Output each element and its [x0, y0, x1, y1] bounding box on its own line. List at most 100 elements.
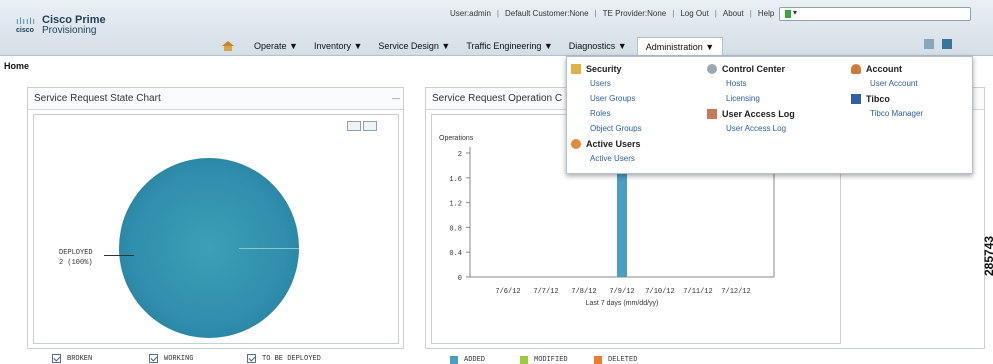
logo-wordmark: cisco [16, 26, 34, 34]
menu-item-licensing[interactable]: Licensing [726, 94, 760, 103]
legend-label: WORKING [164, 354, 194, 363]
x-tick-label: 7/8/12 [571, 288, 596, 296]
table-icon[interactable] [363, 121, 377, 131]
nav-traffic-engineering[interactable]: Traffic Engineering ▼ [466, 41, 552, 51]
menu-item-user-groups[interactable]: User Groups [590, 94, 635, 103]
legend-deleted[interactable]: DELETED [594, 356, 637, 364]
menu-item-user-access-log[interactable]: User Access Log [726, 124, 786, 133]
gear-icon [707, 64, 717, 74]
log-icon [707, 109, 717, 119]
menu-item-user-account[interactable]: User Account [870, 79, 918, 88]
separator: | [714, 9, 717, 18]
checkbox-icon[interactable] [247, 354, 256, 363]
legend-working[interactable]: WORKING [149, 354, 193, 363]
pie-radius-line [239, 248, 299, 249]
x-tick-label: 7/12/12 [721, 288, 750, 296]
legend-swatch [450, 356, 458, 364]
utility-links: User:admin | Default Customer:None | TE Pr… [450, 9, 774, 18]
state-chart-panel: Service Request State Chart — DEPLOYED 2… [27, 87, 404, 363]
nav-service-design[interactable]: Service Design ▼ [378, 41, 450, 51]
legend-swatch [594, 356, 602, 364]
legend-label: DELETED [608, 356, 638, 364]
separator: | [749, 9, 752, 18]
nav-inventory[interactable]: Inventory ▼ [314, 41, 362, 51]
x-tick-label: 7/10/12 [645, 288, 674, 296]
main-nav: Operate ▼ Inventory ▼ Service Design ▼ T… [222, 37, 724, 55]
legend-modified[interactable]: MODIFIED [520, 356, 568, 364]
line-chart-icon[interactable] [347, 121, 361, 131]
nav-administration[interactable]: Administration ▼ [636, 37, 724, 55]
logout-link[interactable]: Log Out [680, 9, 708, 18]
y-tick-label: 0.4 [449, 250, 462, 258]
separator: | [496, 9, 499, 18]
cisco-logo: ılıılı cisco Cisco Prime Provisioning [16, 15, 106, 36]
help-link[interactable]: Help [758, 9, 774, 18]
x-tick-label: 7/9/12 [609, 288, 634, 296]
menu-item-hosts[interactable]: Hosts [726, 79, 746, 88]
deployed-value: 2 (100%) [59, 259, 93, 267]
status-flag-dropdown[interactable]: ▾ [779, 7, 971, 21]
menu-item-object-groups[interactable]: Object Groups [590, 124, 642, 133]
checkbox-icon[interactable] [52, 354, 61, 363]
customer-link[interactable]: Default Customer:None [505, 9, 589, 18]
pie-leader-line [104, 255, 134, 256]
account-heading: Account [851, 64, 902, 74]
y-tick-label: 0 [458, 275, 462, 283]
nav-operate[interactable]: Operate ▼ [254, 41, 298, 51]
legend-to-be-deployed[interactable]: TO BE DEPLOYED [247, 354, 321, 363]
brand-subtitle: Provisioning [42, 25, 97, 36]
pie-chart-area: DEPLOYED 2 (100%) BROKEN WORKING TO BE D… [33, 114, 399, 363]
x-axis-title: Last 7 days (mm/dd/yy) [586, 300, 659, 307]
provider-link[interactable]: TE Provider:None [603, 9, 667, 18]
y-tick-label: 1.6 [449, 176, 462, 184]
legend-added[interactable]: ADDED [450, 356, 485, 364]
users-icon [571, 139, 581, 149]
active-users-heading: Active Users [571, 139, 641, 149]
home-icon[interactable] [222, 41, 234, 51]
legend-swatch [520, 356, 528, 364]
flag-icon [785, 10, 791, 18]
logo-bars: ılıılı [16, 15, 37, 26]
pie-data-label: DEPLOYED 2 (100%) [59, 248, 93, 268]
separator: | [672, 9, 675, 18]
security-heading: Security [571, 64, 622, 74]
access-log-heading: User Access Log [707, 109, 795, 119]
menu-heading-label: Account [866, 64, 902, 74]
y-tick-label: 1.2 [449, 201, 462, 209]
deployed-label: DEPLOYED [59, 249, 93, 257]
x-tick-label: 7/7/12 [533, 288, 558, 296]
menu-heading-label: Active Users [586, 139, 641, 149]
menu-heading-label: Control Center [722, 64, 785, 74]
menu-item-roles[interactable]: Roles [590, 109, 610, 118]
chevron-down-icon: ▾ [793, 8, 798, 17]
legend-label: ADDED [464, 356, 486, 364]
chart-type-toggle[interactable] [347, 121, 377, 131]
x-tick-label: 7/6/12 [495, 288, 520, 296]
nav-tools [924, 39, 952, 49]
edit-icon[interactable] [942, 39, 952, 49]
y-tick-label: 0.8 [449, 225, 462, 233]
control-center-heading: Control Center [707, 64, 785, 74]
minimize-icon[interactable]: — [392, 95, 400, 103]
legend-broken[interactable]: BROKEN [52, 354, 92, 363]
menu-heading-label: Security [586, 64, 622, 74]
menu-heading-label: Tibco [866, 94, 890, 104]
lock-icon [571, 64, 581, 74]
administration-menu: Security Users User Groups Roles Object … [566, 56, 973, 174]
y-tick-label: 2 [458, 151, 462, 159]
checkbox-icon[interactable] [149, 354, 158, 363]
header-bar: ılıılı cisco Cisco Prime Provisioning Use… [0, 0, 993, 56]
user-link[interactable]: User:admin [450, 9, 491, 18]
breadcrumb[interactable]: Home [4, 61, 29, 71]
nav-diagnostics[interactable]: Diagnostics ▼ [569, 41, 627, 51]
menu-item-tibco-manager[interactable]: Tibco Manager [870, 109, 923, 118]
panel-title: Service Request State Chart [28, 88, 403, 110]
cisco-logo-mark: ılıılı cisco [16, 15, 37, 35]
legend-label: BROKEN [67, 354, 93, 363]
menu-item-active-users[interactable]: Active Users [590, 154, 635, 163]
menu-item-users[interactable]: Users [590, 79, 611, 88]
person-icon [851, 64, 861, 74]
about-link[interactable]: About [723, 9, 744, 18]
figure-id: 285743 [982, 235, 993, 276]
layout-icon[interactable] [924, 39, 934, 49]
